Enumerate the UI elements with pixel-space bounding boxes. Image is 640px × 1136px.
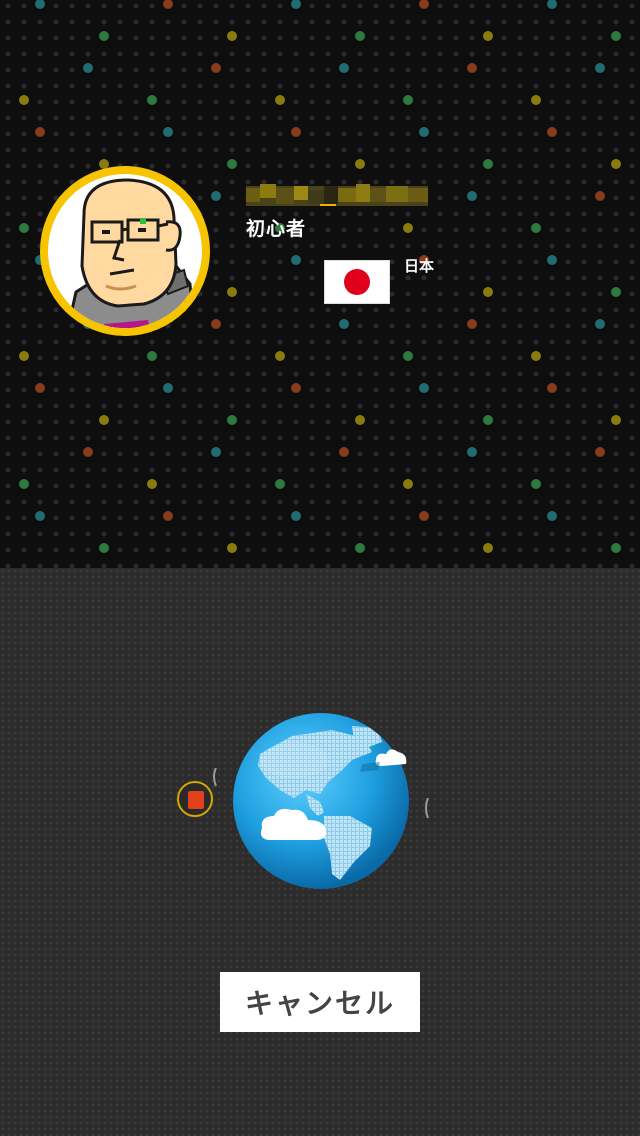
decor-dot	[547, 255, 557, 265]
decor-dot	[19, 223, 29, 233]
decor-dot	[83, 63, 93, 73]
decor-dot	[467, 447, 477, 457]
decor-dot	[403, 351, 413, 361]
decor-dot	[19, 479, 29, 489]
decor-dot	[99, 31, 109, 41]
avatar	[40, 166, 210, 336]
decor-dot	[611, 287, 621, 297]
decor-dot	[163, 511, 173, 521]
decor-dot	[147, 95, 157, 105]
decor-dot	[531, 223, 541, 233]
decor-dot	[275, 95, 285, 105]
robot-body	[188, 791, 204, 809]
decor-dot	[355, 31, 365, 41]
decor-dot	[339, 447, 349, 457]
decor-dot	[35, 127, 45, 137]
decor-dot	[595, 447, 605, 457]
spinning-globe-icon	[232, 712, 410, 890]
decor-dot	[355, 415, 365, 425]
decor-dot	[419, 0, 429, 9]
decor-dot	[35, 0, 45, 9]
decor-dot	[275, 479, 285, 489]
decor-dot	[403, 223, 413, 233]
decor-dot	[547, 127, 557, 137]
decor-dot	[419, 383, 429, 393]
decor-dot	[147, 479, 157, 489]
smoke-trail-icon	[425, 798, 429, 819]
decor-dot	[35, 511, 45, 521]
country-label: 日本	[404, 257, 435, 275]
decor-dot	[19, 351, 29, 361]
decor-dot	[547, 0, 557, 9]
decor-dot	[227, 159, 237, 169]
decor-dot	[467, 63, 477, 73]
decor-dot	[227, 415, 237, 425]
decor-dot	[483, 415, 493, 425]
cancel-button[interactable]: キャンセル	[220, 972, 420, 1032]
decor-dot	[531, 479, 541, 489]
decor-dot	[339, 319, 349, 329]
decor-dot	[595, 63, 605, 73]
avatar-image	[48, 174, 202, 328]
decor-dot	[291, 511, 301, 521]
decor-dot	[483, 543, 493, 553]
flag-disc	[344, 269, 370, 295]
decor-dot	[403, 479, 413, 489]
decor-dot	[611, 543, 621, 553]
decor-dot	[19, 95, 29, 105]
decor-dot	[467, 319, 477, 329]
decor-dot	[35, 383, 45, 393]
decor-dot	[483, 159, 493, 169]
decor-dot	[147, 351, 157, 361]
decor-dot	[611, 159, 621, 169]
profile-panel: 初心者 日本	[0, 0, 640, 568]
decor-dot	[611, 31, 621, 41]
decor-dot	[547, 511, 557, 521]
decor-dot	[227, 287, 237, 297]
decor-dot	[611, 415, 621, 425]
decor-dot	[419, 511, 429, 521]
decor-dot	[291, 383, 301, 393]
decor-dot	[291, 0, 301, 9]
japan-flag-icon	[324, 260, 390, 304]
pixel-bald-man-glasses-avatar-icon	[66, 178, 196, 328]
decor-dot	[483, 31, 493, 41]
decor-dot	[83, 447, 93, 457]
rank-label: 初心者	[246, 218, 307, 240]
decor-dot	[211, 63, 221, 73]
decor-dot	[467, 191, 477, 201]
decor-dot	[99, 415, 109, 425]
decor-dot	[163, 0, 173, 9]
decor-dot	[99, 543, 109, 553]
decor-dot	[595, 319, 605, 329]
username-pixelated	[246, 184, 428, 206]
decor-dot	[163, 127, 173, 137]
decor-dot	[531, 95, 541, 105]
decor-dot	[595, 191, 605, 201]
red-robot-icon	[177, 781, 213, 817]
decor-dot	[291, 127, 301, 137]
decor-dot	[403, 95, 413, 105]
decor-dot	[531, 351, 541, 361]
decor-dot	[211, 319, 221, 329]
decor-dot	[547, 383, 557, 393]
decor-dot	[291, 255, 301, 265]
decor-dot	[227, 543, 237, 553]
decor-dot	[483, 287, 493, 297]
decor-dot	[211, 191, 221, 201]
decor-dot	[355, 543, 365, 553]
decor-dot	[275, 351, 285, 361]
decor-dot	[211, 447, 221, 457]
decor-dot	[355, 159, 365, 169]
decor-dot	[227, 31, 237, 41]
decor-dot	[163, 383, 173, 393]
smoke-trail-icon	[213, 768, 217, 787]
decor-dot	[419, 127, 429, 137]
decor-dot	[339, 63, 349, 73]
